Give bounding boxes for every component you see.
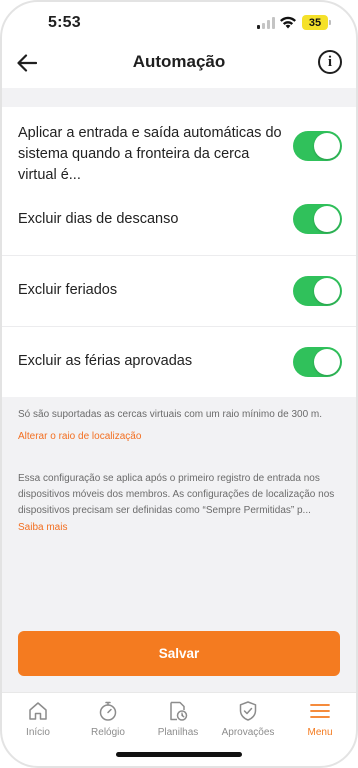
battery-indicator: 35 — [302, 15, 331, 30]
shield-check-icon — [239, 701, 257, 721]
menu-icon — [310, 704, 330, 718]
holidays-toggle[interactable] — [293, 276, 342, 306]
auto-clock-toggle[interactable] — [293, 131, 342, 161]
page-title: Automação — [132, 52, 226, 71]
settings-content: Aplicar a entrada e saída automáticas do… — [0, 88, 358, 692]
info-icon: i — [327, 53, 333, 70]
tab-clock[interactable]: Relógio — [72, 699, 144, 738]
setting-auto-clock: Aplicar a entrada e saída automáticas do… — [0, 107, 358, 184]
tab-menu[interactable]: Menu — [284, 699, 356, 738]
status-time: 5:53 — [48, 14, 81, 31]
vacations-toggle[interactable] — [293, 347, 342, 377]
status-bar: 5:53 35 — [0, 0, 358, 46]
timesheet-icon — [170, 701, 188, 721]
tab-label: Planilhas — [157, 727, 199, 738]
battery-level: 35 — [308, 16, 322, 29]
setting-label: Aplicar a entrada e saída automáticas do… — [18, 125, 282, 183]
tab-label: Relógio — [91, 727, 125, 738]
tab-approvals[interactable]: Aprovações — [212, 699, 284, 738]
wifi-icon — [280, 16, 296, 29]
divider — [0, 326, 358, 327]
divider — [0, 255, 358, 256]
stopwatch-icon — [99, 701, 117, 721]
tab-home[interactable]: Início — [2, 699, 74, 738]
toggle-knob — [314, 278, 340, 304]
toggle-knob — [314, 206, 340, 232]
home-indicator — [116, 752, 242, 757]
toggle-knob — [314, 349, 340, 375]
info-button[interactable]: i — [318, 50, 342, 74]
change-radius-link[interactable]: Alterar o raio de localização — [18, 431, 141, 442]
cellular-signal-icon — [257, 17, 275, 29]
rest-days-toggle[interactable] — [293, 204, 342, 234]
tab-label: Início — [26, 727, 50, 738]
exclusions-group: Excluir dias de descanso Excluir feriado… — [0, 184, 358, 397]
save-button[interactable]: Salvar — [18, 631, 340, 676]
setting-label-rest-days: Excluir dias de descanso — [18, 211, 179, 227]
setting-label-holidays: Excluir feriados — [18, 282, 118, 298]
learn-more-link[interactable]: Saiba mais — [18, 522, 67, 533]
config-note: Essa configuração se aplica após o prime… — [18, 473, 335, 516]
tab-timesheets[interactable]: Planilhas — [142, 699, 214, 738]
home-icon — [29, 702, 47, 720]
toggle-knob — [314, 133, 340, 159]
tab-label: Menu — [307, 727, 333, 738]
tab-label: Aprovações — [221, 727, 275, 738]
setting-label-vacations: Excluir as férias aprovadas — [18, 353, 193, 369]
radius-note: Só são suportadas as cercas virtuais com… — [18, 409, 323, 420]
app-header: Automação i — [0, 46, 358, 82]
